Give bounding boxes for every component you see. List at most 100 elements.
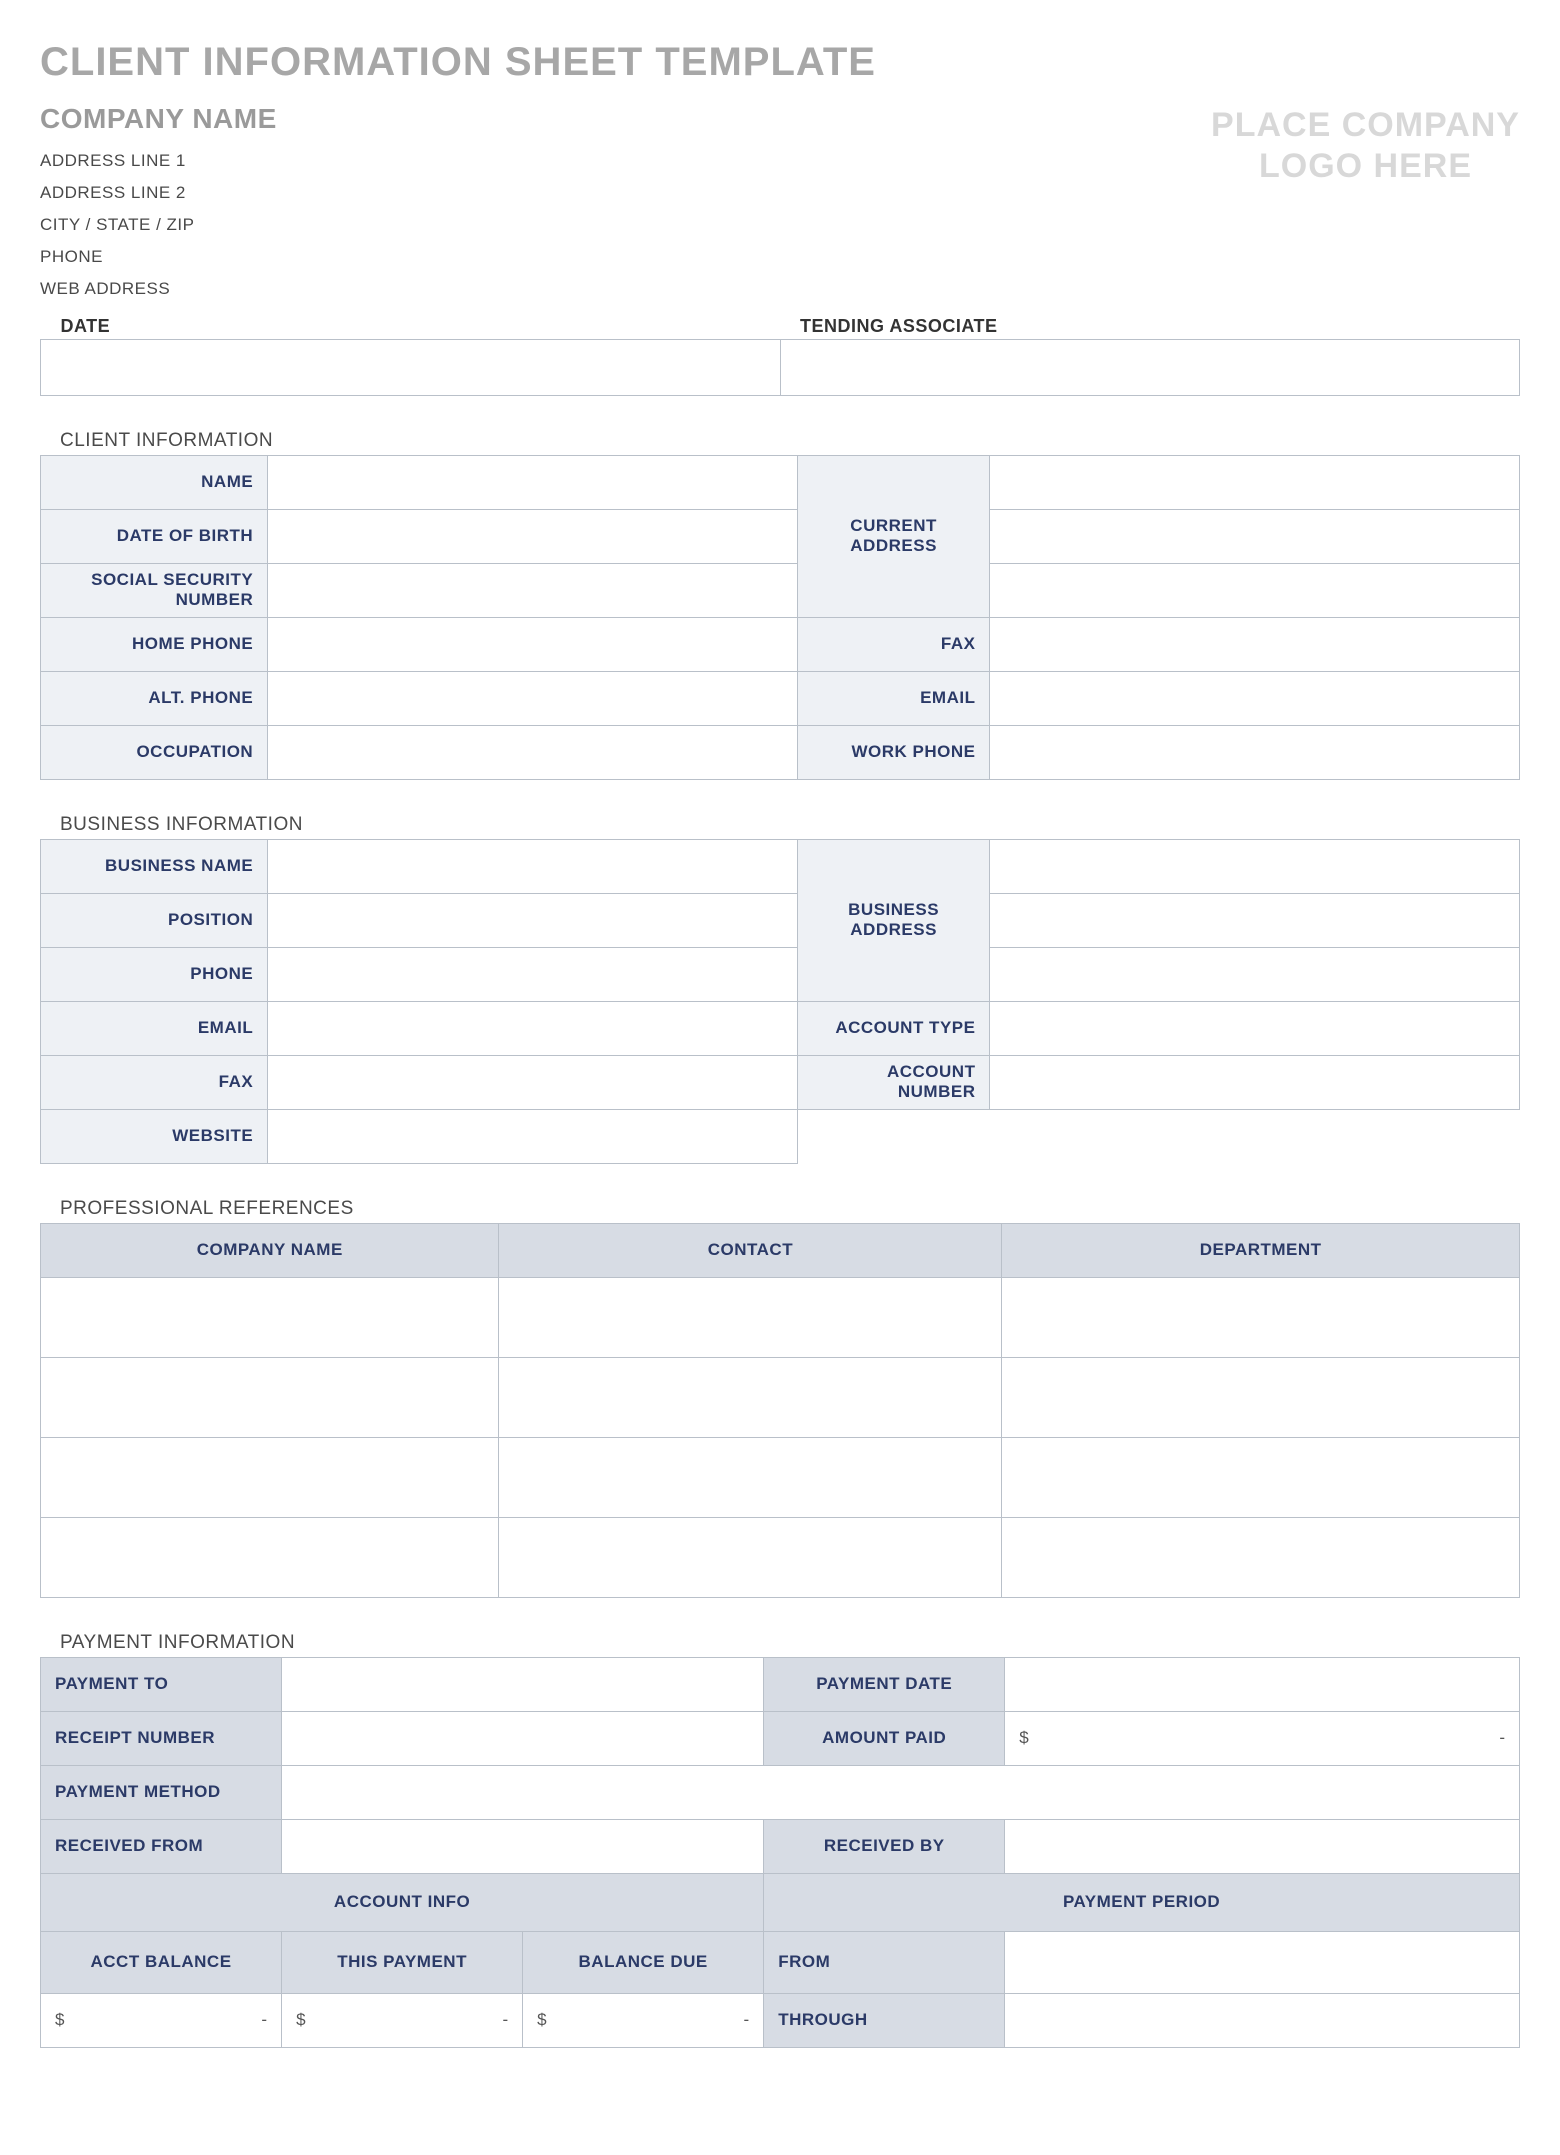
biz-fax-input[interactable] [268, 1055, 798, 1109]
receipt-number-input[interactable] [282, 1711, 764, 1765]
biz-phone-input[interactable] [268, 947, 798, 1001]
client-info-table: NAME CURRENT ADDRESS DATE OF BIRTH SOCIA… [40, 455, 1520, 780]
received-from-input[interactable] [282, 1819, 764, 1873]
home-phone-input[interactable] [268, 617, 798, 671]
received-from-label: RECEIVED FROM [41, 1819, 282, 1873]
address-input-3[interactable] [990, 563, 1520, 617]
company-phone: PHONE [40, 241, 1211, 273]
ref-row-3-department[interactable] [1002, 1437, 1520, 1517]
business-info-heading: BUSINESS INFORMATION [60, 814, 1520, 836]
balance-due-value[interactable]: $- [523, 1993, 764, 2047]
biz-email-label: EMAIL [41, 1001, 268, 1055]
alt-phone-label: ALT. PHONE [41, 671, 268, 725]
ref-row-4-contact[interactable] [499, 1517, 1002, 1597]
ref-contact-header: CONTACT [499, 1223, 1002, 1277]
ref-department-header: DEPARTMENT [1002, 1223, 1520, 1277]
company-web: WEB ADDRESS [40, 273, 1211, 305]
biz-address-input-2[interactable] [990, 893, 1520, 947]
account-number-label: ACCOUNT NUMBER [797, 1055, 990, 1109]
acct-balance-value[interactable]: $- [41, 1993, 282, 2047]
address-input-2[interactable] [990, 509, 1520, 563]
email-input[interactable] [990, 671, 1520, 725]
ref-row-4-department[interactable] [1002, 1517, 1520, 1597]
logo-placeholder: PLACE COMPANY LOGO HERE [1211, 103, 1520, 187]
payment-date-label: PAYMENT DATE [764, 1657, 1005, 1711]
acct-balance-label: ACCT BALANCE [41, 1931, 282, 1993]
references-heading: PROFESSIONAL REFERENCES [60, 1198, 1520, 1220]
home-phone-label: HOME PHONE [41, 617, 268, 671]
payment-period-header: PAYMENT PERIOD [764, 1873, 1520, 1931]
ref-row-3-contact[interactable] [499, 1437, 1002, 1517]
from-label: FROM [764, 1931, 1005, 1993]
name-label: NAME [41, 455, 268, 509]
date-label: DATE [41, 309, 781, 339]
header-block: COMPANY NAME ADDRESS LINE 1 ADDRESS LINE… [40, 103, 1520, 305]
name-input[interactable] [268, 455, 798, 509]
payment-method-label: PAYMENT METHOD [41, 1765, 282, 1819]
fax-input[interactable] [990, 617, 1520, 671]
website-input[interactable] [268, 1109, 798, 1163]
work-phone-input[interactable] [990, 725, 1520, 779]
ref-company-header: COMPANY NAME [41, 1223, 499, 1277]
payment-to-input[interactable] [282, 1657, 764, 1711]
ref-row-2-company[interactable] [41, 1357, 499, 1437]
receipt-number-label: RECEIPT NUMBER [41, 1711, 282, 1765]
dob-label: DATE OF BIRTH [41, 509, 268, 563]
company-city-state-zip: CITY / STATE / ZIP [40, 209, 1211, 241]
ssn-label: SOCIAL SECURITYNUMBER [41, 563, 268, 617]
client-info-heading: CLIENT INFORMATION [60, 430, 1520, 452]
ref-row-2-department[interactable] [1002, 1357, 1520, 1437]
date-input[interactable] [41, 339, 781, 395]
through-input[interactable] [1005, 1993, 1520, 2047]
business-info-table: BUSINESS NAME BUSINESS ADDRESS POSITION … [40, 839, 1520, 1164]
payment-heading: PAYMENT INFORMATION [60, 1632, 1520, 1654]
biz-address-input-3[interactable] [990, 947, 1520, 1001]
this-payment-label: THIS PAYMENT [282, 1931, 523, 1993]
email-label: EMAIL [797, 671, 990, 725]
position-input[interactable] [268, 893, 798, 947]
through-label: THROUGH [764, 1993, 1005, 2047]
received-by-input[interactable] [1005, 1819, 1520, 1873]
references-table: COMPANY NAME CONTACT DEPARTMENT [40, 1223, 1520, 1598]
biz-fax-label: FAX [41, 1055, 268, 1109]
business-address-label: BUSINESS ADDRESS [797, 839, 990, 1001]
company-name-label: COMPANY NAME [40, 103, 1211, 135]
company-address-1: ADDRESS LINE 1 [40, 145, 1211, 177]
associate-label: TENDING ASSOCIATE [780, 309, 1520, 339]
page-title: CLIENT INFORMATION SHEET TEMPLATE [40, 40, 1520, 85]
logo-line-2: LOGO HERE [1211, 146, 1520, 187]
amount-paid-value[interactable]: $- [1005, 1711, 1520, 1765]
current-address-label: CURRENT ADDRESS [797, 455, 990, 617]
account-type-input[interactable] [990, 1001, 1520, 1055]
account-number-input[interactable] [990, 1055, 1520, 1109]
ref-row-2-contact[interactable] [499, 1357, 1002, 1437]
occupation-label: OCCUPATION [41, 725, 268, 779]
dob-input[interactable] [268, 509, 798, 563]
website-label: WEBSITE [41, 1109, 268, 1163]
ref-row-1-department[interactable] [1002, 1277, 1520, 1357]
associate-input[interactable] [780, 339, 1520, 395]
this-payment-value[interactable]: $- [282, 1993, 523, 2047]
payment-method-input[interactable] [282, 1765, 1520, 1819]
payment-to-label: PAYMENT TO [41, 1657, 282, 1711]
ref-row-1-contact[interactable] [499, 1277, 1002, 1357]
ssn-input[interactable] [268, 563, 798, 617]
company-address-2: ADDRESS LINE 2 [40, 177, 1211, 209]
biz-phone-label: PHONE [41, 947, 268, 1001]
position-label: POSITION [41, 893, 268, 947]
biz-address-input-1[interactable] [990, 839, 1520, 893]
alt-phone-input[interactable] [268, 671, 798, 725]
address-input-1[interactable] [990, 455, 1520, 509]
ref-row-3-company[interactable] [41, 1437, 499, 1517]
payment-table: PAYMENT TO PAYMENT DATE RECEIPT NUMBER A… [40, 1657, 1520, 2048]
occupation-input[interactable] [268, 725, 798, 779]
account-type-label: ACCOUNT TYPE [797, 1001, 990, 1055]
payment-date-input[interactable] [1005, 1657, 1520, 1711]
biz-email-input[interactable] [268, 1001, 798, 1055]
date-associate-table: DATE TENDING ASSOCIATE [40, 309, 1520, 396]
from-input[interactable] [1005, 1931, 1520, 1993]
ref-row-4-company[interactable] [41, 1517, 499, 1597]
business-name-input[interactable] [268, 839, 798, 893]
ref-row-1-company[interactable] [41, 1277, 499, 1357]
logo-line-1: PLACE COMPANY [1211, 105, 1520, 146]
